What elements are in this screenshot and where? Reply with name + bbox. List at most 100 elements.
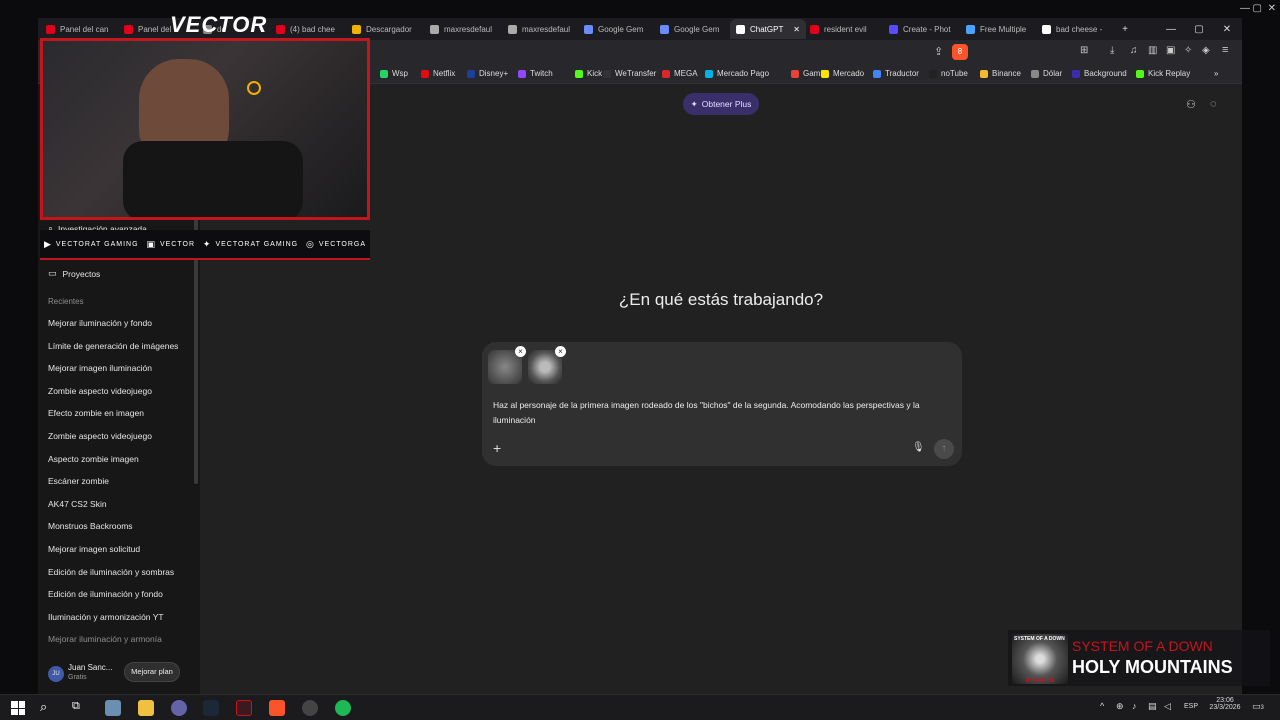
- bookmark-item[interactable]: Disney+: [467, 69, 508, 78]
- volume-icon[interactable]: ◁: [1164, 701, 1171, 712]
- new-tab-icon[interactable]: +: [1110, 18, 1140, 40]
- attached-image-2[interactable]: ×: [528, 346, 566, 384]
- browser-minimize-icon[interactable]: —: [1156, 18, 1186, 40]
- bookmark-item[interactable]: Wsp: [380, 69, 408, 78]
- windows-start-icon[interactable]: [11, 701, 25, 715]
- tab-7[interactable]: Google Gem: [584, 19, 656, 39]
- tab-8[interactable]: Google Gem: [660, 19, 726, 39]
- tab-favicon-icon: [584, 24, 593, 34]
- temporary-chat-icon[interactable]: ◌: [1210, 98, 1217, 110]
- wallet-icon[interactable]: ▣: [1166, 45, 1175, 56]
- recent-chat-item[interactable]: Mejorar iluminación y fondo: [48, 318, 152, 328]
- bookmark-item[interactable]: Dólar: [1031, 69, 1062, 78]
- recent-chat-item[interactable]: Zombie aspecto videojuego: [48, 386, 152, 396]
- brave-icon[interactable]: [269, 700, 285, 716]
- tab-13[interactable]: bad cheese -: [1042, 19, 1114, 39]
- clock[interactable]: 23:06 23/3/2026: [1206, 697, 1244, 711]
- tab-0[interactable]: Panel del can: [46, 19, 120, 39]
- tab-label: Google Gem: [598, 24, 644, 34]
- prompt-input[interactable]: Haz al personaje de la primera imagen ro…: [493, 398, 933, 428]
- tab-12[interactable]: Free Multiple: [966, 19, 1038, 39]
- obs-icon[interactable]: [302, 700, 318, 716]
- vpn-icon[interactable]: ◈: [1202, 45, 1210, 56]
- bookmark-item[interactable]: Mercado Pago: [705, 69, 769, 78]
- music-icon[interactable]: ♫: [1130, 45, 1138, 56]
- bookmark-item[interactable]: Traductor: [873, 69, 919, 78]
- search-icon[interactable]: ⌕: [40, 699, 47, 715]
- get-plus-button[interactable]: ✦ Obtener Plus: [683, 93, 759, 115]
- sidebar-item-projects[interactable]: ▭ Proyectos: [48, 268, 100, 279]
- tab-6[interactable]: maxresdefaul: [508, 19, 580, 39]
- tab-4[interactable]: Descargador: [352, 19, 426, 39]
- language-indicator[interactable]: ESP: [1184, 703, 1198, 710]
- tab-favicon-icon: [1042, 24, 1051, 34]
- task-view-icon[interactable]: ⧉: [72, 700, 80, 713]
- add-attachment-icon[interactable]: +: [493, 440, 501, 456]
- tray-app-icon[interactable]: ⊕: [1116, 701, 1124, 712]
- window-close-icon[interactable]: ✕: [1268, 3, 1276, 14]
- recent-chat-item[interactable]: Efecto zombie en imagen: [48, 408, 144, 418]
- window-restore-icon[interactable]: ▢: [1253, 3, 1262, 14]
- bookmark-item[interactable]: Background: [1072, 69, 1127, 78]
- browser-restore-icon[interactable]: ▢: [1184, 18, 1214, 40]
- recent-chat-item[interactable]: AK47 CS2 Skin: [48, 499, 107, 509]
- bookmark-item[interactable]: noTube: [929, 69, 968, 78]
- folder-icon[interactable]: [138, 700, 154, 716]
- add-user-icon[interactable]: ⚇: [1186, 98, 1196, 111]
- share-icon[interactable]: ⇪: [934, 45, 948, 59]
- network-icon[interactable]: ▤: [1148, 701, 1157, 712]
- recent-chat-item[interactable]: Zombie aspecto videojuego: [48, 431, 152, 441]
- bookmark-item[interactable]: MEGA: [662, 69, 698, 78]
- remove-image-icon[interactable]: ×: [555, 346, 566, 357]
- recent-chat-item[interactable]: Aspecto zombie imagen: [48, 454, 139, 464]
- bookmark-item[interactable]: Kick Replay: [1136, 69, 1190, 78]
- recent-chat-item[interactable]: Edición de iluminación y sombras: [48, 567, 174, 577]
- bookmark-item[interactable]: Gamil: [791, 69, 824, 78]
- tab-11[interactable]: Create - Phot: [889, 19, 962, 39]
- recent-chat-item[interactable]: Mejorar imagen iluminación: [48, 363, 152, 373]
- recent-chat-item[interactable]: Edición de iluminación y fondo: [48, 589, 163, 599]
- menu-icon[interactable]: ≡: [1222, 44, 1228, 56]
- bookmark-item[interactable]: Twitch: [518, 69, 553, 78]
- opera-icon[interactable]: [236, 700, 252, 716]
- recent-chat-item[interactable]: Escáner zombie: [48, 476, 109, 486]
- send-button[interactable]: ↑: [934, 439, 954, 459]
- social-handle: VECTORAT GAMING: [215, 240, 299, 248]
- remove-image-icon[interactable]: ×: [515, 346, 526, 357]
- tray-chevron-icon[interactable]: ^: [1100, 701, 1104, 711]
- ai-icon[interactable]: ✧: [1184, 45, 1192, 56]
- microphone-icon[interactable]: 🎙: [912, 442, 925, 453]
- recents-header: Recientes: [48, 297, 84, 306]
- reader-icon[interactable]: ⊞: [1080, 45, 1088, 56]
- bookmark-item[interactable]: WeTransfer: [603, 69, 656, 78]
- window-minimize-icon[interactable]: —: [1240, 3, 1250, 14]
- bookmark-item[interactable]: Kick: [575, 69, 602, 78]
- bookmark-favicon-icon: [467, 69, 475, 78]
- download-icon[interactable]: ⤓: [1110, 45, 1114, 56]
- tab-5[interactable]: maxresdefaul: [430, 19, 504, 39]
- spotify-icon[interactable]: [335, 700, 351, 716]
- discord-icon[interactable]: [171, 700, 187, 716]
- mic-tray-icon[interactable]: ♪: [1132, 701, 1137, 711]
- sidebar-toggle-icon[interactable]: ▥: [1148, 45, 1157, 56]
- tab-close-icon[interactable]: ✕: [793, 25, 800, 34]
- upgrade-plan-button[interactable]: Mejorar plan: [124, 662, 180, 682]
- attached-image-1[interactable]: ×: [488, 346, 526, 384]
- browser-close-icon[interactable]: ✕: [1212, 18, 1242, 40]
- explorer-icon[interactable]: [105, 700, 121, 716]
- tab-10[interactable]: resident evil: [810, 19, 885, 39]
- recent-chat-item[interactable]: Mejorar imagen solicitud: [48, 544, 140, 554]
- steam-icon[interactable]: [203, 700, 219, 716]
- recent-chat-item[interactable]: Monstruos Backrooms: [48, 521, 133, 531]
- recent-chat-item[interactable]: Mejorar iluminación y armonía: [48, 634, 162, 644]
- bookmark-item[interactable]: Mercado: [821, 69, 864, 78]
- recent-chat-item[interactable]: Iluminación y armonización YT: [48, 612, 164, 622]
- tab-9[interactable]: ChatGPT ✕: [730, 19, 806, 39]
- bookmark-item[interactable]: Netflix: [421, 69, 455, 78]
- bookmarks-overflow-icon[interactable]: »: [1214, 69, 1218, 78]
- tab-3[interactable]: (4) bad chee: [276, 19, 348, 39]
- recent-chat-item[interactable]: Límite de generación de imágenes: [48, 341, 178, 351]
- notifications-icon[interactable]: ▭3: [1252, 701, 1264, 712]
- bookmark-item[interactable]: Binance: [980, 69, 1021, 78]
- brave-shields-icon[interactable]: 8: [952, 44, 968, 60]
